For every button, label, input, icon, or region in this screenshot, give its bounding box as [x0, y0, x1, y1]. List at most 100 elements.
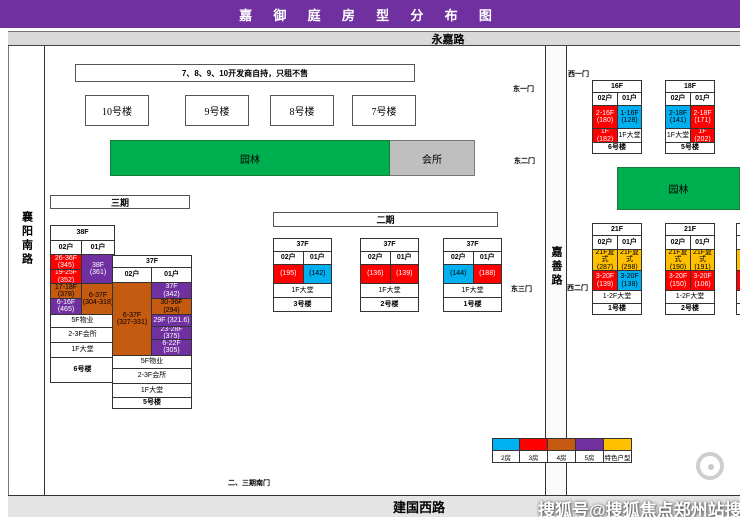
east-building-partial: [736, 223, 740, 315]
unit-col-01-label: 01户: [690, 93, 714, 105]
unit-cell: 23-28F(375): [152, 327, 191, 340]
phase2-building-1: 37F 02户 01户 (144) (188) 1F大堂 1号楼: [443, 238, 502, 312]
lobby-label: 1-2F大堂: [666, 291, 714, 304]
unit-cell: 6-16F(465): [51, 299, 81, 314]
unit-col-01-label: 01户: [81, 241, 114, 254]
road-east: 嘉善路: [545, 46, 567, 495]
service-floor: 5F物业: [51, 315, 114, 328]
floors-label: 37F: [113, 256, 191, 268]
lobby-label: 1F大堂: [666, 129, 690, 142]
floors-label: 18F: [666, 81, 714, 93]
building-label: 1号楼: [593, 304, 641, 314]
legend-label: 4房: [548, 450, 576, 463]
legend-item: 5房: [576, 438, 604, 463]
unit-cell: (136): [361, 265, 390, 283]
phase3-tower-5: 37F 02户 01户 6-37F(327-331) 37F(342) 30-3…: [112, 255, 192, 409]
unit-col-01-label: 01户: [690, 236, 714, 249]
legend-swatch-3room: [520, 438, 548, 450]
unit-cell: 2-18F(141): [666, 106, 690, 128]
unit-cell: 1-16F(128): [617, 106, 641, 128]
unit-cell: 21F复式(298): [617, 250, 641, 270]
unit-cell: 21F复式(191): [690, 250, 714, 270]
unit-col-02-label: 02户: [51, 241, 81, 254]
unit-cell: 6-22F(305): [152, 340, 191, 355]
service-floor: 5F物业: [113, 356, 191, 369]
clubhouse: 会所: [390, 140, 475, 176]
gate-east-3: 东三门: [511, 284, 532, 294]
unit-col-02-label: 02户: [666, 236, 690, 249]
service-floor: 1F大堂: [51, 343, 114, 358]
unit-col-02-label: 02户: [593, 236, 617, 249]
unit-cell: 1F (182): [593, 129, 617, 142]
unit-cell: (142): [303, 265, 332, 283]
garden-east: 园林: [617, 167, 740, 210]
unit-cell: 29F (321.6): [152, 315, 191, 327]
floors-label: 37F: [361, 239, 418, 252]
gate-west-1: 西一门: [568, 69, 589, 79]
road-west: 襄阳南路: [8, 46, 45, 495]
east-building-6: 16F 02户 01户 2-16F(180) 1-16F(128) 1F (18…: [592, 80, 642, 154]
sohu-watermark-text: 搜狐号@搜狐焦点郑州站搜: [538, 496, 740, 517]
legend-label: 2房: [492, 450, 520, 463]
unit-cell: 21F复式(287): [593, 250, 617, 270]
unit-col-02-label: 02户: [113, 268, 151, 282]
building-10: 10号楼: [85, 95, 149, 126]
building-7: 7号楼: [352, 95, 416, 126]
unit-cell: 3-20F(106): [690, 271, 714, 290]
unit-cell: 19-25F(352): [51, 270, 81, 284]
unit-col-01-label: 01户: [303, 252, 332, 264]
unit-cell: 17-18F(378): [51, 284, 81, 299]
unit-cell: 3-20F(150): [666, 271, 690, 290]
legend-swatch-special: [604, 438, 632, 450]
unit-cell: 26-36F(345): [51, 255, 81, 270]
building-label: 6号楼: [51, 358, 114, 382]
unit-col-02-label: 02户: [593, 93, 617, 105]
lobby-label: 1F大堂: [444, 284, 501, 298]
legend: 2房 3房 4房 5房 特色户型: [492, 438, 632, 463]
building-label: 6号楼: [593, 143, 641, 153]
phase3-label: 三期: [50, 195, 190, 209]
building-label: 1号楼: [444, 298, 501, 311]
building-label: 5号楼: [113, 398, 191, 408]
unit-cell: 2-16F(180): [593, 106, 617, 128]
lobby-label: 1F大堂: [361, 284, 418, 298]
road-north: 永嘉路: [8, 31, 740, 46]
unit-col-02-label: 02户: [361, 252, 390, 264]
phase2-label: 二期: [273, 212, 498, 227]
unit-cell: 3-20F(138): [617, 271, 641, 290]
unit-cell: 2-18F(171): [690, 106, 714, 128]
floors-label: 37F: [274, 239, 331, 252]
unit-cell: 1F (202): [690, 129, 714, 142]
legend-swatch-4room: [548, 438, 576, 450]
legend-swatch-2room: [492, 438, 520, 450]
phase2-building-3: 37F 02户 01户 (195) (142) 1F大堂 3号楼: [273, 238, 332, 312]
unit-cell: 3-20F(139): [593, 271, 617, 290]
unit-cell: 37F(342): [152, 283, 191, 299]
floors-label: 37F: [444, 239, 501, 252]
unit-cell: (139): [390, 265, 419, 283]
lobby-label: 1-2F大堂: [593, 291, 641, 304]
building-label: 5号楼: [666, 143, 714, 153]
unit-cell: (195): [274, 265, 303, 283]
rental-notice: 7、8、9、10开发商自持，只租不售: [75, 64, 415, 82]
unit-col-02-label: 02户: [444, 252, 473, 264]
legend-item: 4房: [548, 438, 576, 463]
gate-east-1: 东一门: [513, 84, 534, 94]
sohu-focus-logo-watermark-icon: [696, 452, 724, 480]
unit-col-02-label: 02户: [666, 93, 690, 105]
phase3-tower-6: 38F 02户 01户 26-36F(345) 19-25F(352) 17-1…: [50, 225, 115, 383]
unit-cell: 21F复式(190): [666, 250, 690, 270]
floors-label: 38F: [51, 226, 114, 241]
service-floor: 2-3F会所: [51, 328, 114, 343]
page-title: 嘉 御 庭 房 型 分 布 图: [0, 0, 740, 28]
building-label: 2号楼: [361, 298, 418, 311]
unit-col-01-label: 01户: [617, 93, 641, 105]
legend-label: 特色户型: [604, 450, 632, 463]
unit-cell: 6-37F(327-331): [113, 283, 151, 355]
floors-label: 21F: [666, 224, 714, 236]
gate-west-2: 西二门: [567, 283, 588, 293]
building-label: 3号楼: [274, 298, 331, 311]
floors-label: 21F: [593, 224, 641, 236]
lobby-label: 1F大堂: [617, 129, 641, 142]
lobby-label: 1F大堂: [274, 284, 331, 298]
